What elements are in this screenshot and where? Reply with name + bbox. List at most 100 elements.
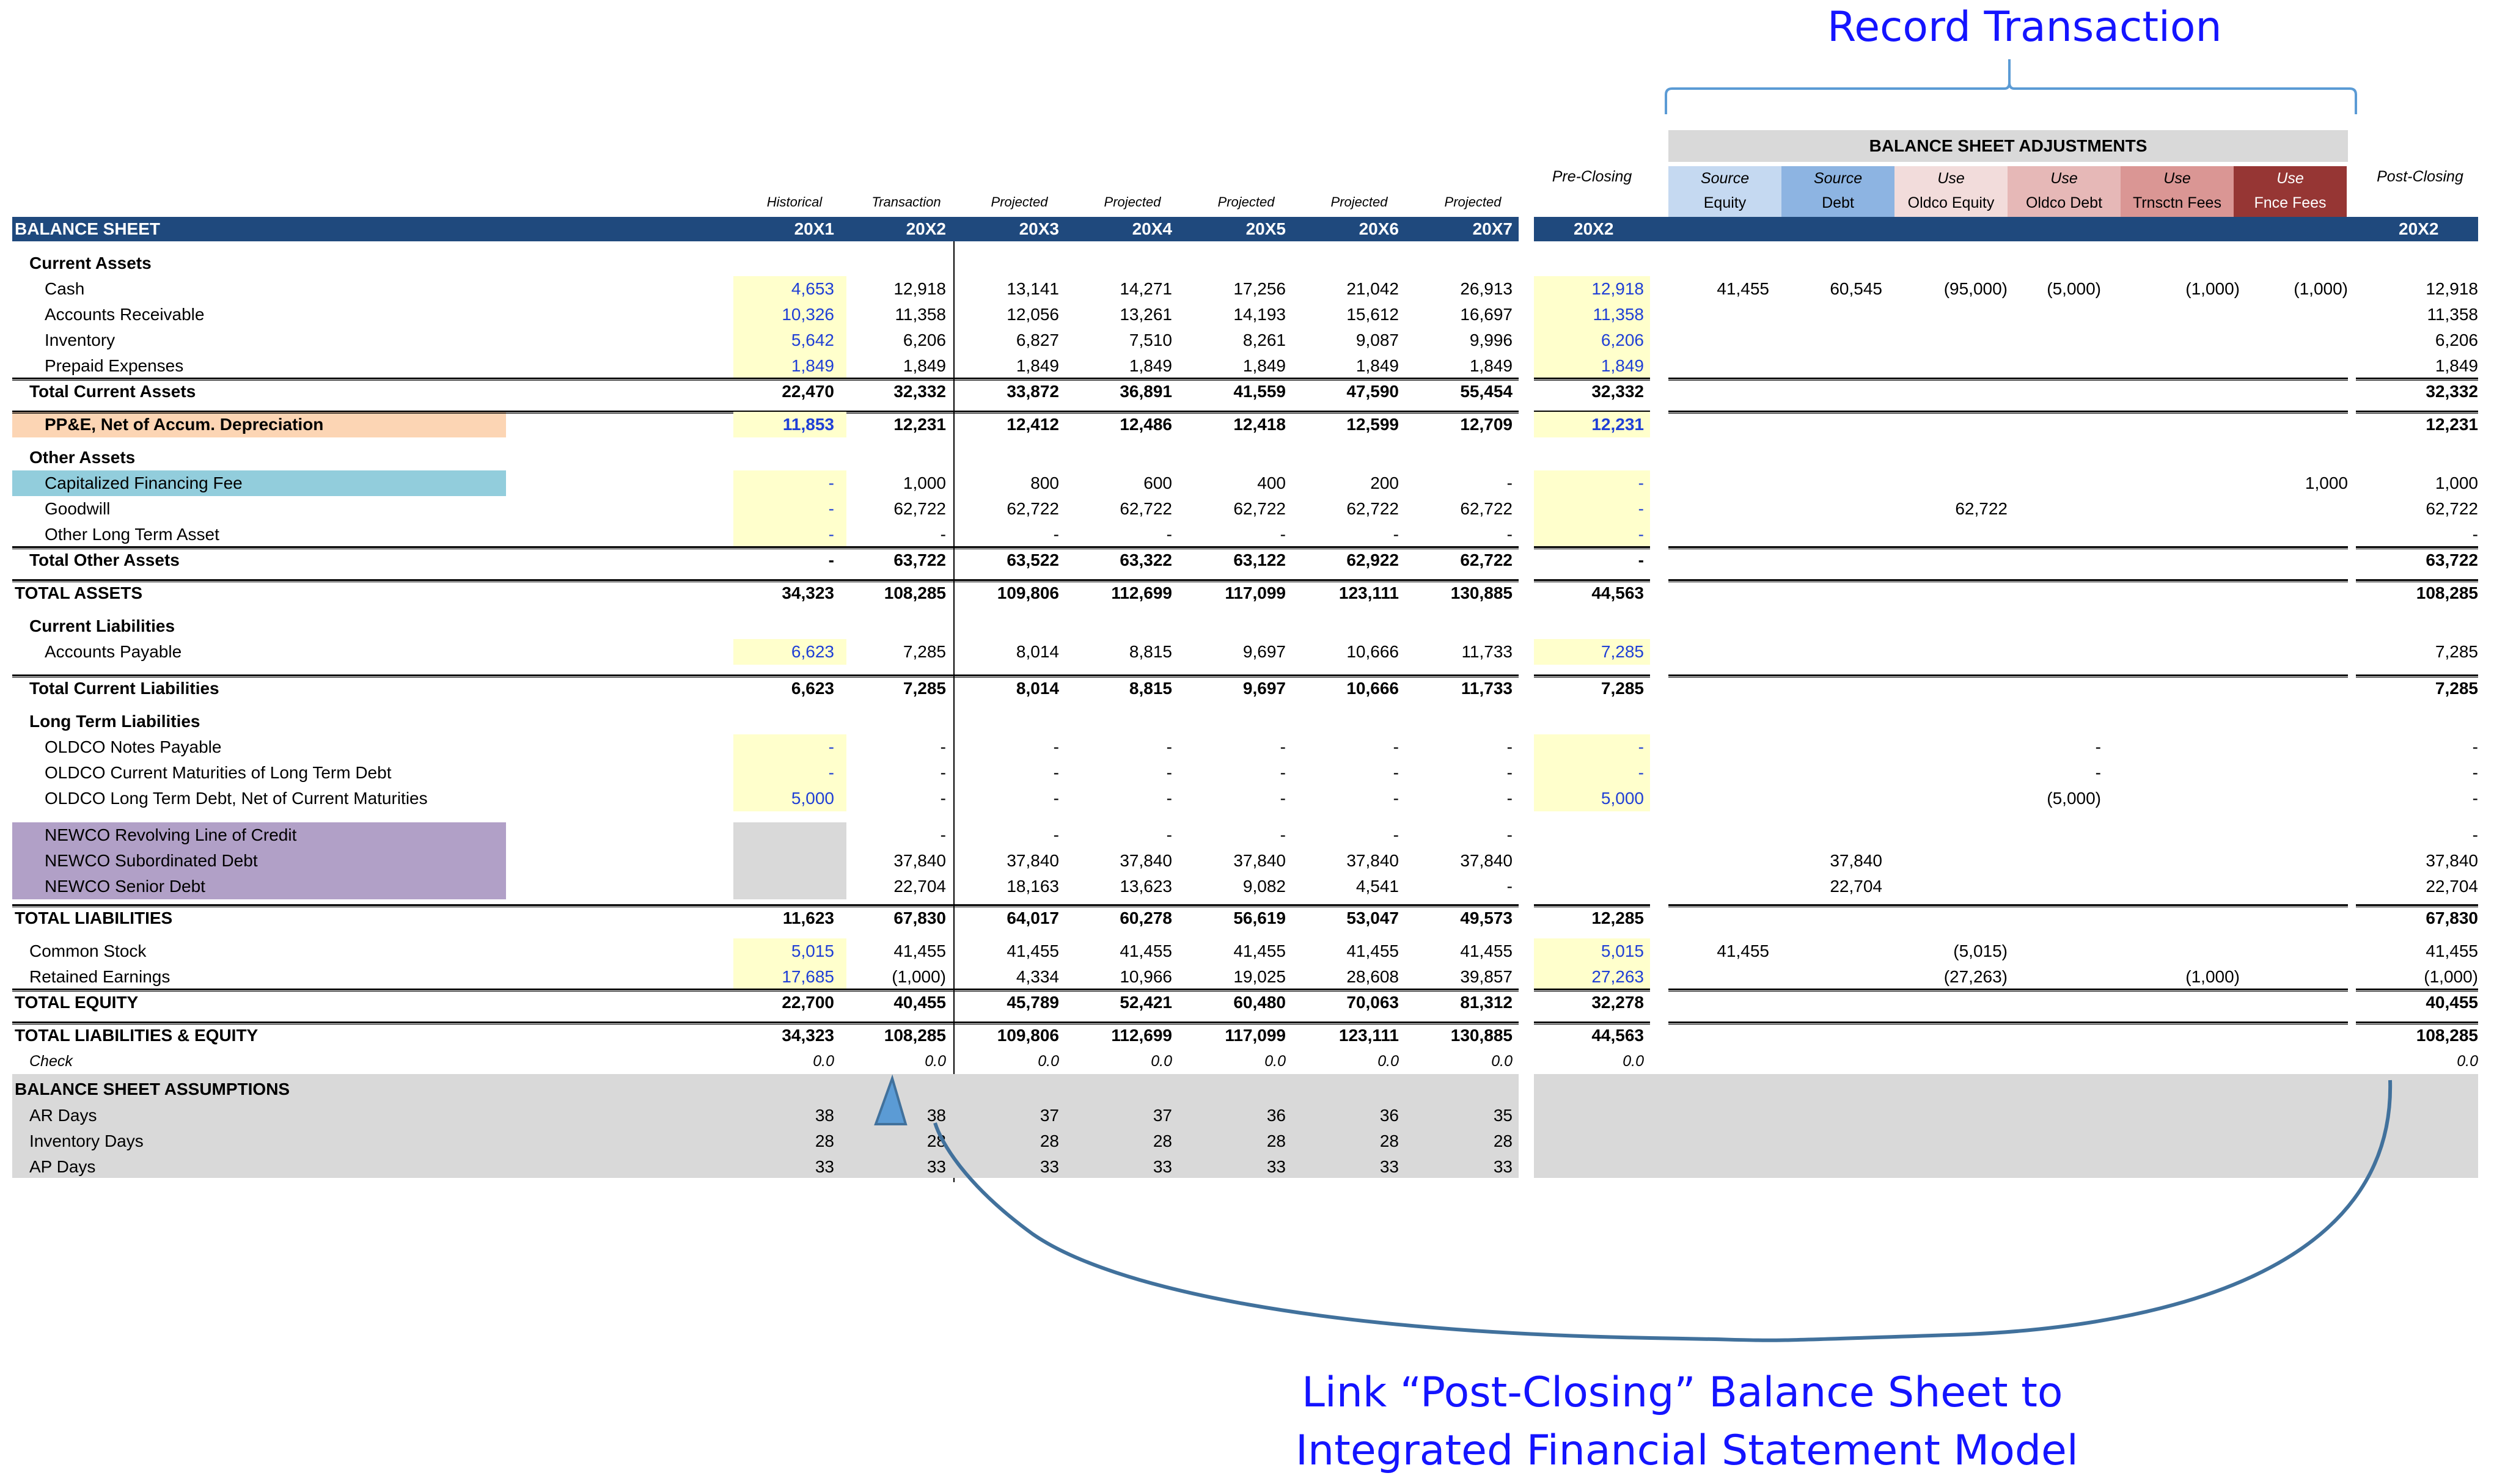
pre-closing-cell-accounts-receivable[interactable]: 11,358 — [1522, 302, 1644, 327]
post-closing-cell-ppe[interactable]: 12,231 — [2356, 412, 2478, 437]
cell-total-current-liabilities[interactable]: 6,623 — [712, 676, 834, 701]
cell-oldco-current-maturities[interactable]: - — [1164, 760, 1286, 786]
pre-closing-cell-accounts-payable[interactable]: 7,285 — [1522, 639, 1644, 665]
cell-total-current-assets[interactable]: 33,872 — [937, 379, 1059, 404]
cell-retained-earnings[interactable]: 10,966 — [1050, 964, 1172, 990]
cell-total-liabilities[interactable]: 64,017 — [937, 905, 1059, 931]
cell-total-current-assets[interactable]: 22,470 — [712, 379, 834, 404]
cell-accounts-receivable[interactable]: 12,056 — [937, 302, 1059, 327]
cell-oldco-current-maturities[interactable]: - — [1277, 760, 1399, 786]
cell-newco-subordinated-debt[interactable]: 37,840 — [1277, 848, 1399, 874]
assumption-cell[interactable]: 28 — [712, 1128, 834, 1154]
cell-other-long-term-asset[interactable]: - — [712, 522, 834, 547]
cell-goodwill[interactable]: 62,722 — [824, 496, 946, 522]
post-closing-cell-newco-senior-debt[interactable]: 22,704 — [2356, 874, 2478, 899]
adjustment-cell-oldco-notes-payable[interactable]: - — [1979, 734, 2101, 760]
adjustment-cell-oldco-current-maturities[interactable]: - — [1979, 760, 2101, 786]
pre-closing-cell-goodwill[interactable]: - — [1522, 496, 1644, 522]
cell-total-current-liabilities[interactable]: 8,815 — [1050, 676, 1172, 701]
cell-goodwill[interactable]: 62,722 — [1164, 496, 1286, 522]
cell-capitalized-financing-fee[interactable]: - — [712, 470, 834, 496]
cell-ppe[interactable]: 11,853 — [712, 412, 834, 437]
adjustment-cell-cash[interactable]: (1,000) — [2226, 276, 2348, 302]
assumption-cell[interactable]: 38 — [712, 1103, 834, 1128]
cell-total-assets[interactable]: 109,806 — [937, 580, 1059, 606]
cell-total-liabilities[interactable]: 53,047 — [1277, 905, 1399, 931]
pre-closing-cell-retained-earnings[interactable]: 27,263 — [1522, 964, 1644, 990]
cell-other-long-term-asset[interactable]: - — [1390, 522, 1513, 547]
cell-accounts-payable[interactable]: 8,014 — [937, 639, 1059, 665]
cell-total-current-liabilities[interactable]: 8,014 — [937, 676, 1059, 701]
adjustment-cell-newco-senior-debt[interactable]: 22,704 — [1760, 874, 1882, 899]
cell-cash[interactable]: 21,042 — [1277, 276, 1399, 302]
cell-oldco-current-maturities[interactable]: - — [824, 760, 946, 786]
adjustment-cell-common-stock[interactable]: 41,455 — [1647, 938, 1769, 964]
cell-cash[interactable]: 26,913 — [1390, 276, 1513, 302]
post-closing-cell-common-stock[interactable]: 41,455 — [2356, 938, 2478, 964]
pre-closing-cell-total-liabilities[interactable]: 12,285 — [1522, 905, 1644, 931]
post-closing-cell-cash[interactable]: 12,918 — [2356, 276, 2478, 302]
cell-newco-subordinated-debt[interactable]: 37,840 — [824, 848, 946, 874]
cell-total-liabilities[interactable]: 60,278 — [1050, 905, 1172, 931]
cell-oldco-long-term-debt[interactable]: - — [1277, 786, 1399, 811]
cell-common-stock[interactable]: 41,455 — [937, 938, 1059, 964]
cell-accounts-payable[interactable]: 10,666 — [1277, 639, 1399, 665]
cell-newco-revolver[interactable]: - — [1277, 822, 1399, 848]
pre-closing-cell-total-current-liabilities[interactable]: 7,285 — [1522, 676, 1644, 701]
cell-oldco-long-term-debt[interactable]: - — [824, 786, 946, 811]
cell-total-assets[interactable]: 117,099 — [1164, 580, 1286, 606]
cell-oldco-long-term-debt[interactable]: 5,000 — [712, 786, 834, 811]
cell-total-assets[interactable]: 112,699 — [1050, 580, 1172, 606]
cell-common-stock[interactable]: 5,015 — [712, 938, 834, 964]
cell-total-other-assets[interactable]: 63,522 — [937, 547, 1059, 573]
cell-goodwill[interactable]: 62,722 — [1390, 496, 1513, 522]
cell-newco-senior-debt[interactable]: 18,163 — [937, 874, 1059, 899]
cell-capitalized-financing-fee[interactable]: 200 — [1277, 470, 1399, 496]
post-closing-cell-total-current-liabilities[interactable]: 7,285 — [2356, 676, 2478, 701]
cell-total-liabilities-equity[interactable]: 108,285 — [824, 1023, 946, 1048]
cell-newco-subordinated-debt[interactable]: 37,840 — [1050, 848, 1172, 874]
cell-retained-earnings[interactable]: 39,857 — [1390, 964, 1513, 990]
cell-total-assets[interactable]: 34,323 — [712, 580, 834, 606]
post-closing-cell-total-other-assets[interactable]: 63,722 — [2356, 547, 2478, 573]
cell-ppe[interactable]: 12,486 — [1050, 412, 1172, 437]
cell-common-stock[interactable]: 41,455 — [1050, 938, 1172, 964]
adjustment-cell-retained-earnings[interactable]: (27,263) — [1885, 964, 2008, 990]
cell-oldco-current-maturities[interactable]: - — [1050, 760, 1172, 786]
cell-capitalized-financing-fee[interactable]: 1,000 — [824, 470, 946, 496]
cell-accounts-payable[interactable]: 9,697 — [1164, 639, 1286, 665]
cell-goodwill[interactable]: - — [712, 496, 834, 522]
cell-prepaid-expenses[interactable]: 1,849 — [1050, 353, 1172, 379]
cell-newco-senior-debt[interactable]: 9,082 — [1164, 874, 1286, 899]
adjustment-cell-cash[interactable]: 41,455 — [1647, 276, 1769, 302]
pre-closing-cell-oldco-current-maturities[interactable]: - — [1522, 760, 1644, 786]
cell-newco-senior-debt[interactable]: 13,623 — [1050, 874, 1172, 899]
cell-total-other-assets[interactable]: 62,722 — [1390, 547, 1513, 573]
cell-oldco-long-term-debt[interactable]: - — [1050, 786, 1172, 811]
post-closing-cell-total-current-assets[interactable]: 32,332 — [2356, 379, 2478, 404]
cell-inventory[interactable]: 8,261 — [1164, 327, 1286, 353]
cell-prepaid-expenses[interactable]: 1,849 — [712, 353, 834, 379]
cell-oldco-notes-payable[interactable]: - — [712, 734, 834, 760]
cell-other-long-term-asset[interactable]: - — [937, 522, 1059, 547]
cell-total-equity[interactable]: 40,455 — [824, 990, 946, 1015]
cell-cash[interactable]: 4,653 — [712, 276, 834, 302]
post-closing-cell-goodwill[interactable]: 62,722 — [2356, 496, 2478, 522]
cell-prepaid-expenses[interactable]: 1,849 — [937, 353, 1059, 379]
cell-total-liabilities-equity[interactable]: 34,323 — [712, 1023, 834, 1048]
cell-total-assets[interactable]: 108,285 — [824, 580, 946, 606]
pre-closing-cell-capitalized-financing-fee[interactable]: - — [1522, 470, 1644, 496]
cell-ppe[interactable]: 12,709 — [1390, 412, 1513, 437]
cell-total-equity[interactable]: 45,789 — [937, 990, 1059, 1015]
cell-total-liabilities[interactable]: 56,619 — [1164, 905, 1286, 931]
post-closing-cell-other-long-term-asset[interactable]: - — [2356, 522, 2478, 547]
cell-oldco-notes-payable[interactable]: - — [1277, 734, 1399, 760]
cell-cash[interactable]: 13,141 — [937, 276, 1059, 302]
cell-oldco-notes-payable[interactable]: - — [1390, 734, 1513, 760]
pre-closing-cell-total-assets[interactable]: 44,563 — [1522, 580, 1644, 606]
post-closing-cell-retained-earnings[interactable]: (1,000) — [2356, 964, 2478, 990]
cell-newco-revolver[interactable]: - — [824, 822, 946, 848]
cell-retained-earnings[interactable]: 17,685 — [712, 964, 834, 990]
cell-total-current-liabilities[interactable]: 9,697 — [1164, 676, 1286, 701]
post-closing-cell-accounts-receivable[interactable]: 11,358 — [2356, 302, 2478, 327]
